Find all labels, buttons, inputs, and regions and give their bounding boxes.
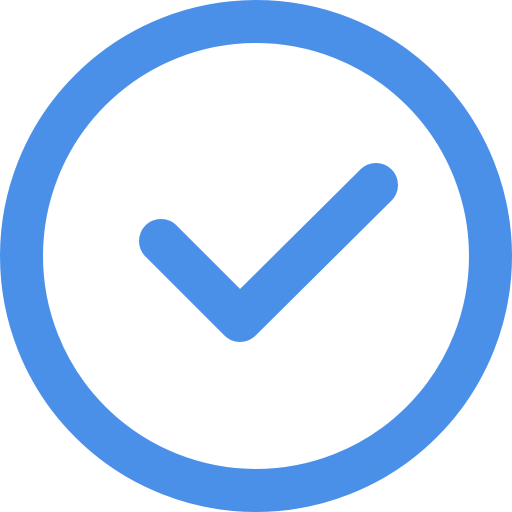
circle-outline — [0, 0, 512, 512]
checkmark-stroke — [139, 163, 398, 342]
check-circle-icon — [0, 0, 512, 512]
icon-canvas — [0, 0, 512, 512]
